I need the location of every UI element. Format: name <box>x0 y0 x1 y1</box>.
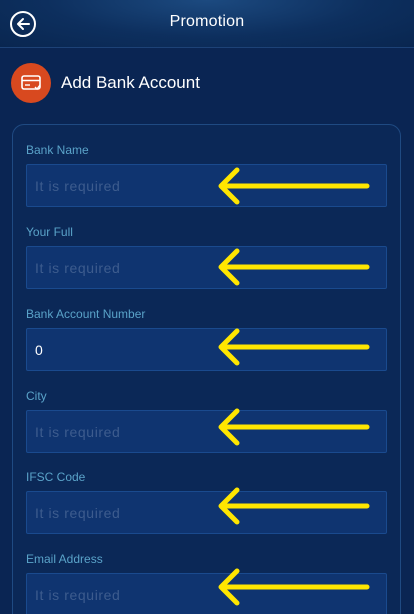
ifsc-code-label: IFSC Code <box>26 470 86 484</box>
full-name-label: Your Full <box>26 225 73 239</box>
annotation-arrow-icon <box>218 328 370 366</box>
annotation-arrow-icon <box>218 408 370 446</box>
app-header: Promotion <box>0 0 414 48</box>
account-number-value: 0 <box>35 341 44 358</box>
email-placeholder: It is required <box>35 586 121 603</box>
annotation-arrow-icon <box>218 248 370 286</box>
bank-name-placeholder: It is required <box>35 177 121 194</box>
ifsc-code-placeholder: It is required <box>35 504 121 521</box>
city-placeholder: It is required <box>35 423 121 440</box>
email-label: Email Address <box>26 552 103 566</box>
page-title: Promotion <box>169 13 245 30</box>
annotation-arrow-icon <box>218 487 370 525</box>
account-number-label: Bank Account Number <box>26 307 146 321</box>
city-label: City <box>26 389 47 403</box>
annotation-arrow-icon <box>218 568 370 606</box>
bank-card-icon <box>11 63 51 103</box>
full-name-placeholder: It is required <box>35 259 121 276</box>
annotation-arrow-icon <box>218 167 370 205</box>
section-header: Add Bank Account <box>0 48 414 118</box>
bank-name-label: Bank Name <box>26 143 89 157</box>
section-title: Add Bank Account <box>61 73 200 92</box>
